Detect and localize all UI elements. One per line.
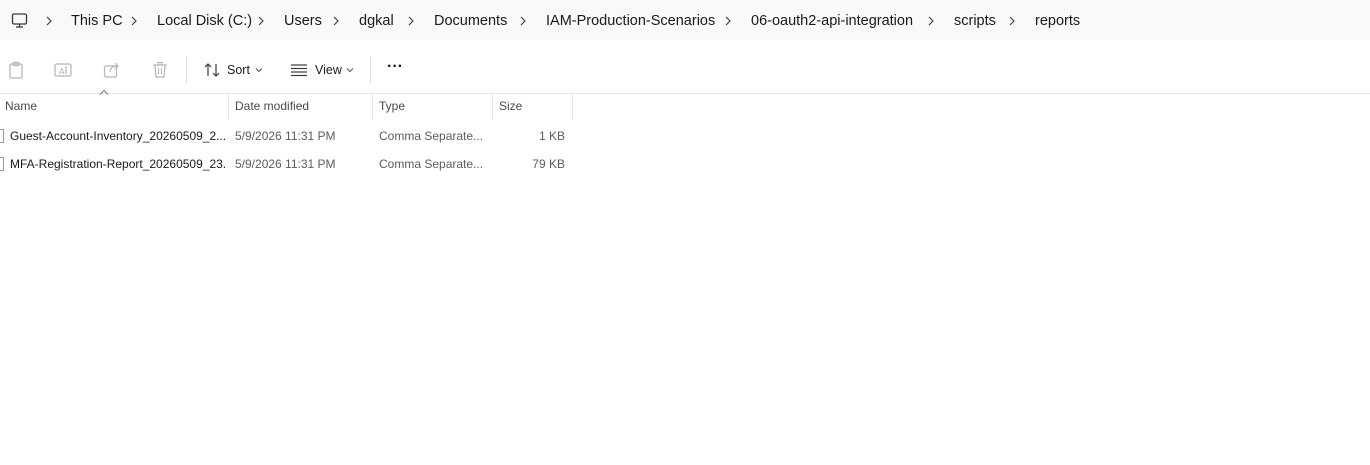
delete-icon[interactable] xyxy=(150,60,170,80)
chevron-right-icon[interactable] xyxy=(926,14,936,28)
chevron-down-icon xyxy=(346,68,354,73)
chevron-right-icon[interactable] xyxy=(1007,14,1017,28)
sort-icon xyxy=(204,63,220,77)
view-list-icon xyxy=(291,64,307,77)
breadcrumb-dgkal[interactable]: dgkal xyxy=(359,12,394,30)
chevron-right-icon[interactable] xyxy=(518,14,528,28)
file-size: 79 KB xyxy=(532,157,565,171)
breadcrumb-this-pc[interactable]: This PC xyxy=(71,12,123,30)
column-divider[interactable] xyxy=(492,94,493,120)
column-header-name[interactable]: Name xyxy=(0,94,228,118)
file-type: Comma Separate... xyxy=(379,129,484,143)
sort-button[interactable]: Sort xyxy=(196,52,272,88)
sort-label: Sort xyxy=(227,63,250,77)
chevron-right-icon[interactable] xyxy=(331,14,341,28)
rename-icon[interactable]: A xyxy=(53,60,73,80)
share-icon[interactable] xyxy=(102,60,122,80)
computer-icon[interactable] xyxy=(11,12,28,29)
file-row[interactable]: MFA-Registration-Report_20260509_23... 5… xyxy=(0,150,575,178)
file-date-modified: 5/9/2026 11:31 PM xyxy=(235,157,336,171)
breadcrumb-reports[interactable]: reports xyxy=(1035,12,1080,30)
column-divider[interactable] xyxy=(372,94,373,120)
paste-icon[interactable] xyxy=(6,60,26,80)
file-row[interactable]: Guest-Account-Inventory_20260509_2... 5/… xyxy=(0,122,575,150)
breadcrumb-documents[interactable]: Documents xyxy=(434,12,507,30)
chevron-right-icon[interactable] xyxy=(406,14,416,28)
file-name: MFA-Registration-Report_20260509_23... xyxy=(10,157,225,171)
command-bar: A Sort View ··· xyxy=(0,46,1370,94)
column-header-size[interactable]: Size xyxy=(494,94,572,118)
view-button[interactable]: View xyxy=(284,52,362,88)
file-name: Guest-Account-Inventory_20260509_2... xyxy=(10,129,225,143)
chevron-right-icon[interactable] xyxy=(44,14,54,28)
file-date-modified: 5/9/2026 11:31 PM xyxy=(235,129,336,143)
toolbar-divider xyxy=(186,56,187,84)
more-options-button[interactable]: ··· xyxy=(383,57,407,81)
file-type: Comma Separate... xyxy=(379,157,484,171)
svg-text:A: A xyxy=(59,67,65,76)
column-divider[interactable] xyxy=(228,94,229,120)
csv-file-icon xyxy=(0,129,4,143)
address-bar[interactable]: This PC Local Disk (C:) Users dgkal Docu… xyxy=(0,0,1370,40)
chevron-right-icon[interactable] xyxy=(256,14,266,28)
view-label: View xyxy=(315,63,342,77)
chevron-right-icon[interactable] xyxy=(129,14,139,28)
breadcrumb-users[interactable]: Users xyxy=(284,12,322,30)
chevron-right-icon[interactable] xyxy=(723,14,733,28)
column-header-type[interactable]: Type xyxy=(374,94,492,118)
column-header-date-modified[interactable]: Date modified xyxy=(230,94,372,118)
breadcrumb-oauth2-api-integration[interactable]: 06-oauth2-api-integration xyxy=(751,12,913,30)
chevron-down-icon xyxy=(255,68,263,73)
breadcrumb-iam-production-scenarios[interactable]: IAM-Production-Scenarios xyxy=(546,12,715,30)
toolbar-divider xyxy=(370,56,371,84)
breadcrumb-local-disk[interactable]: Local Disk (C:) xyxy=(157,12,252,30)
breadcrumb-scripts[interactable]: scripts xyxy=(954,12,996,30)
file-size: 1 KB xyxy=(538,129,565,143)
csv-file-icon xyxy=(0,157,4,171)
column-divider[interactable] xyxy=(572,94,573,120)
